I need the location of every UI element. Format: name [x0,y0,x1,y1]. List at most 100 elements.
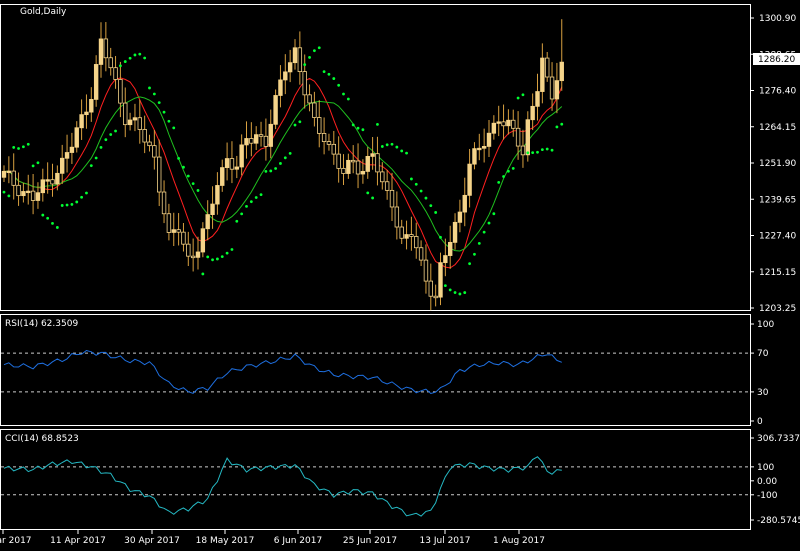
candle-body [156,156,162,193]
candle-body [161,191,167,215]
sar-dot [322,70,326,74]
sar-dot [264,170,268,173]
candle-body [60,157,65,174]
sar-dot [36,161,40,165]
sar-dot [448,288,452,292]
rsi-tick-label: 70 [757,349,769,359]
candle-body [370,153,375,157]
sar-dot [7,194,11,198]
sar-dot [511,166,515,170]
candle-body [215,185,220,205]
candle-body [229,158,235,170]
sar-dot [17,147,20,150]
price-tick-label: 1227.40 [759,232,796,242]
candle-body [515,127,521,147]
candle-body [258,134,264,137]
candle-body [283,71,288,81]
sar-dot [526,151,530,155]
candle-body [404,234,409,239]
candle-body [186,243,191,257]
sar-dot [94,156,98,160]
sar-dot [26,142,30,146]
sar-dot [216,257,219,261]
cci-tick-label: 0.00 [757,477,777,487]
sar-dot [366,191,370,195]
sar-dot [89,164,93,168]
sar-dot [230,248,234,251]
candle-body [69,146,75,153]
sar-dot [2,190,6,194]
candle-body [554,80,560,100]
candle-body [336,153,341,169]
candle-body [511,119,516,129]
time-tick-label: 30 Apr 2017 [124,536,180,546]
candle-body [171,229,176,233]
candle-body [384,181,390,191]
candle-body [273,95,278,125]
sar-dot [138,52,142,56]
candle-body [549,76,555,100]
candle-body [11,170,16,186]
candle-body [166,213,172,233]
candle-body [399,226,404,239]
sar-dot [376,122,379,126]
time-tick-label: 6 Jun 2017 [274,536,322,546]
sar-dot [308,56,311,59]
candle-body [84,111,89,116]
sar-dot [191,182,195,186]
candle-body [360,171,366,175]
candle-body [443,255,448,264]
sar-dot [516,96,520,100]
candle-body [365,156,370,172]
time-tick-label: 13 Jul 2017 [420,536,471,546]
sar-dot [545,147,549,151]
sar-dot [85,191,88,195]
price-tick-label: 1203.25 [759,304,796,314]
price-tick-label: 1239.65 [759,195,796,205]
sar-dot [31,164,35,168]
candle-body [545,57,550,78]
candle-body [355,160,361,175]
time-tick-label: 23 Mar 2017 [0,536,32,546]
sar-dot [177,157,181,160]
sar-dot [60,204,64,207]
sar-dot [269,169,273,173]
sar-dot [274,167,277,170]
candle-body [375,153,380,173]
candle-body [297,47,303,73]
candle-body [428,280,433,297]
candle-body [244,138,249,146]
candle-body [317,117,322,134]
sar-dot [293,123,297,127]
candle-body [137,117,142,130]
candle-body [472,148,477,165]
candle-body [414,236,419,249]
sar-dot [303,63,307,67]
candle-body [530,105,535,121]
sar-dot [424,196,428,200]
candle-body [79,114,84,129]
sar-dot [453,291,457,294]
sar-dot [211,258,214,262]
candle-body [496,121,501,124]
rsi-tick-label: 0 [757,417,763,427]
candle-body [520,145,526,156]
candle-body [127,119,133,126]
rsi-tick-label: 30 [757,388,769,398]
sar-dot [317,46,321,50]
sar-dot [356,126,360,130]
sar-dot [157,101,161,105]
sar-dot [186,174,190,178]
sar-dot [133,53,137,57]
candle-body [147,141,152,147]
sar-dot [75,200,79,204]
candle-body [21,191,26,197]
cci-tick-label: -280.5745 [757,516,800,526]
chart-title: Gold,Daily [20,7,67,17]
sar-dot [123,60,127,63]
candle-body [1,170,7,178]
current-price-box: 1286.20 [753,53,800,65]
sar-dot [502,175,505,178]
candle-body [40,179,45,194]
sar-dot [346,97,350,101]
